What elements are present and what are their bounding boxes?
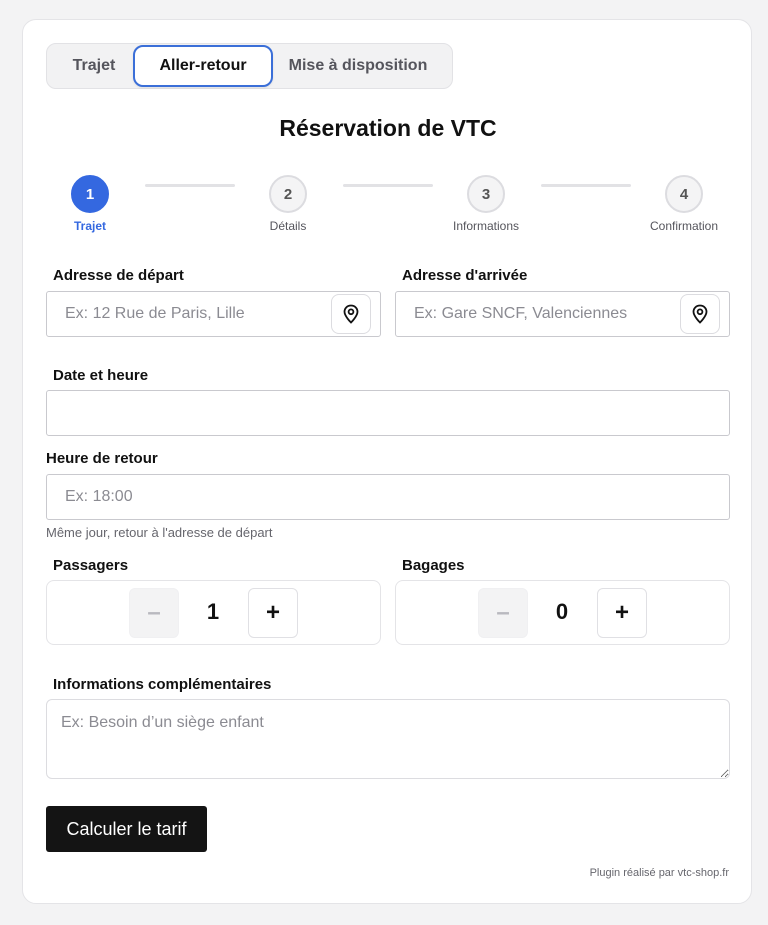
- luggage-stepper: – 0 +: [395, 580, 730, 645]
- location-pin-icon: [343, 304, 359, 324]
- booking-type-tabs: Trajet Aller-retour Mise à disposition: [46, 43, 453, 89]
- minus-icon: –: [496, 599, 510, 626]
- step-2-label: Détails: [269, 219, 307, 233]
- page-bottom-strip: [0, 912, 768, 925]
- page-title: Réservation de VTC: [279, 115, 497, 141]
- tab-trajet[interactable]: Trajet: [48, 45, 140, 87]
- step-3-label: Informations: [452, 219, 520, 233]
- luggage-increment-button[interactable]: +: [597, 588, 647, 638]
- minus-icon: –: [147, 599, 161, 626]
- arrival-label: Adresse d'arrivée: [402, 267, 528, 284]
- return-time-label: Heure de retour: [46, 450, 158, 467]
- return-time-input[interactable]: [46, 474, 730, 520]
- luggage-decrement-button[interactable]: –: [478, 588, 528, 638]
- passengers-increment-button[interactable]: +: [248, 588, 298, 638]
- plugin-credit: Plugin réalisé par vtc-shop.fr: [589, 867, 729, 879]
- step-connector: [343, 184, 433, 187]
- datetime-input[interactable]: [46, 390, 730, 436]
- step-3-circle: 3: [467, 175, 505, 213]
- return-time-help: Même jour, retour à l'adresse de départ: [46, 525, 273, 540]
- arrival-locate-button[interactable]: [680, 294, 720, 334]
- passengers-label: Passagers: [53, 557, 129, 574]
- departure-locate-button[interactable]: [331, 294, 371, 334]
- passengers-decrement-button[interactable]: –: [129, 588, 179, 638]
- departure-label: Adresse de départ: [53, 267, 184, 284]
- calculate-fare-button[interactable]: Calculer le tarif: [46, 806, 207, 852]
- booking-card: Trajet Aller-retour Mise à disposition R…: [22, 19, 752, 904]
- location-pin-icon: [692, 304, 708, 324]
- step-connector: [145, 184, 235, 187]
- passengers-stepper: – 1 +: [46, 580, 381, 645]
- step-1-label: Trajet: [73, 219, 106, 233]
- luggage-value: 0: [555, 599, 569, 624]
- step-4-circle: 4: [665, 175, 703, 213]
- extra-info-textarea[interactable]: [46, 699, 730, 779]
- plus-icon: +: [614, 599, 629, 626]
- step-connector: [541, 184, 631, 187]
- tab-aller-retour[interactable]: Aller-retour: [133, 45, 273, 87]
- step-4-label: Confirmation: [649, 219, 719, 233]
- tab-mise-a-disposition[interactable]: Mise à disposition: [275, 45, 441, 87]
- extra-info-label: Informations complémentaires: [53, 676, 272, 693]
- passengers-value: 1: [206, 599, 220, 624]
- step-2-circle: 2: [269, 175, 307, 213]
- datetime-label: Date et heure: [53, 367, 149, 384]
- step-1-circle: 1: [71, 175, 109, 213]
- plus-icon: +: [265, 599, 280, 626]
- luggage-label: Bagages: [402, 557, 465, 574]
